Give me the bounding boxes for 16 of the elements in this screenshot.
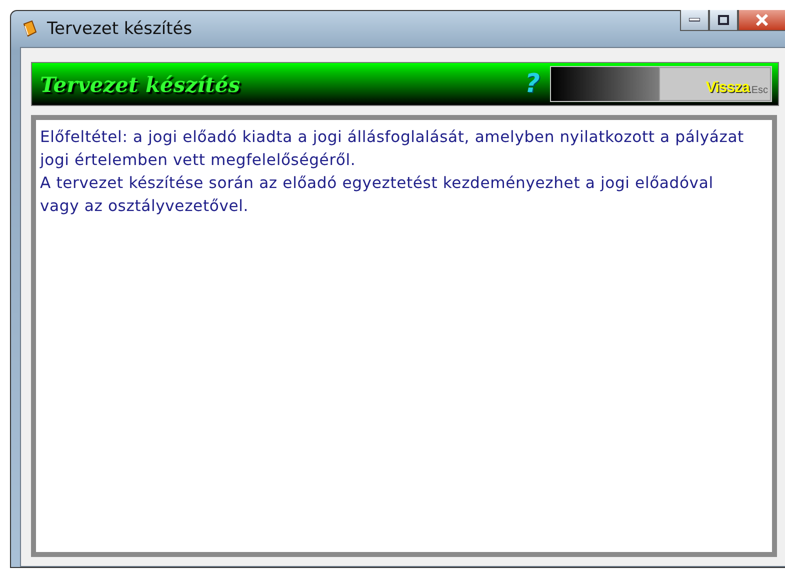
book-icon <box>21 20 39 38</box>
text-line: jogi értelemben vett megfelelőségéről. <box>40 150 357 171</box>
text-line: vagy az osztályvezetővel. <box>40 196 250 217</box>
minimize-button[interactable] <box>680 10 709 31</box>
minimize-icon <box>689 18 700 22</box>
header-title: Tervezet készítés <box>40 72 242 96</box>
maximize-button[interactable] <box>709 10 738 31</box>
window-title: Tervezet készítés <box>47 19 192 39</box>
text-area[interactable] <box>31 115 777 557</box>
back-button[interactable]: VisszaEsc <box>659 67 771 101</box>
text-line: A tervezet készítése során az előadó egyeztetést kezdeményezhet a jogi előadóval <box>40 173 714 194</box>
text-line: Előfeltétel: a jogi előadó kiadta a jogi állásfoglalását, amelyben nyilatkozott a pályázat <box>40 127 745 148</box>
close-button[interactable] <box>738 10 785 31</box>
close-icon <box>755 14 769 26</box>
maximize-icon <box>718 15 729 25</box>
help-icon[interactable]: ? <box>524 69 540 99</box>
